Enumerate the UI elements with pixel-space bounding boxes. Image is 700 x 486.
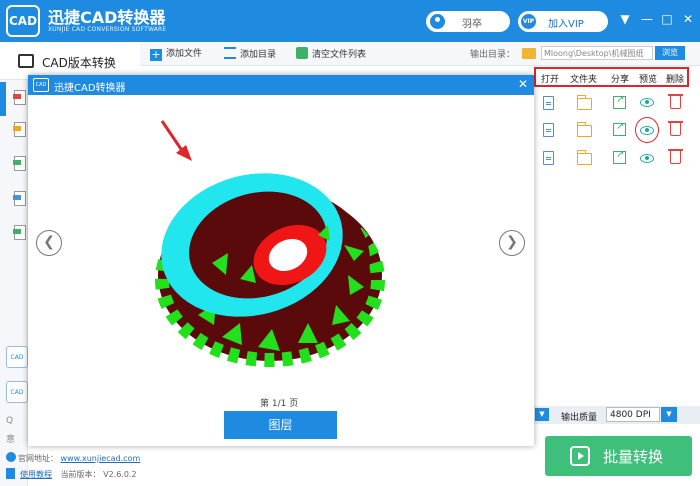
open-file-icon[interactable] (543, 123, 554, 137)
title-bar: CAD 迅捷CAD转换器 XUNJIE CAD CONVERSION SOFTW… (0, 0, 700, 42)
cad-viewer-icon[interactable]: CAD (6, 346, 28, 368)
app-subtitle: XUNJIE CAD CONVERSION SOFTWARE (48, 26, 167, 33)
version-line: 使用教程 当前版本： V2.6.0.2 (20, 469, 137, 480)
actions-header: 打开 文件夹 分享 预览 删除 (534, 67, 689, 87)
layers-button[interactable]: 图层 (224, 411, 337, 439)
share-icon[interactable] (613, 149, 626, 164)
version-value: V2.6.0.2 (103, 470, 137, 479)
file-icon (13, 126, 21, 131)
feedback-icon[interactable]: 意 (6, 432, 15, 445)
open-folder-icon[interactable] (577, 95, 592, 110)
share-icon[interactable] (613, 121, 626, 136)
play-icon (570, 446, 590, 466)
website-line: 官网地址： www.xunjiecad.com (18, 453, 140, 464)
tutorial-link[interactable]: 使用教程 (20, 470, 52, 479)
clear-list-button[interactable]: 清空文件列表 (296, 47, 366, 61)
menu-dropdown-icon[interactable]: ▼ (618, 12, 632, 26)
user-avatar-icon (430, 14, 445, 29)
preview-eye-icon[interactable] (640, 154, 654, 163)
sidebar-item-cad-to-image[interactable] (13, 122, 26, 137)
website-link[interactable]: www.xunjiecad.com (61, 454, 141, 463)
vip-label: 加入VIP (548, 19, 584, 30)
sidebar-item-dwg-to-dwf[interactable] (13, 225, 26, 240)
open-folder-icon[interactable] (577, 150, 592, 165)
vip-icon: VIP (521, 14, 536, 29)
delete-icon[interactable] (668, 149, 683, 164)
add-file-label: 添加文件 (166, 49, 203, 59)
add-file-button[interactable]: + 添加文件 (150, 47, 202, 61)
user-account-button[interactable]: 羽卒 (426, 11, 510, 32)
maximize-icon[interactable]: □ (660, 12, 674, 26)
folder-icon[interactable] (522, 48, 536, 59)
sidebar-item-cad-to-pdf[interactable] (13, 90, 26, 105)
batch-convert-label: 批量转换 (603, 448, 664, 466)
chevron-down-icon[interactable]: ▼ (661, 407, 677, 422)
open-folder-icon[interactable] (577, 122, 592, 137)
file-icon (13, 94, 21, 99)
share-icon[interactable] (613, 94, 626, 109)
header-folder: 文件夹 (570, 75, 598, 85)
open-file-icon[interactable] (543, 96, 554, 110)
delete-icon[interactable] (668, 94, 683, 109)
add-folder-label: 添加目录 (240, 50, 277, 60)
header-open: 打开 (541, 75, 560, 85)
app-logo: CAD (6, 5, 40, 37)
header-preview: 预览 (639, 75, 658, 85)
highlight-circle (635, 117, 659, 143)
prev-page-button[interactable]: ❮ (36, 230, 62, 256)
book-icon (6, 468, 15, 479)
page-indicator: 第 1/1 页 (260, 399, 299, 409)
quality-label: 输出质量 (561, 413, 598, 423)
preview-dialog: CAD 迅捷CAD转换器 ✕ ❮ ❯ 第 1/1 页 图层 (28, 75, 534, 446)
website-label: 官网地址： (18, 454, 58, 463)
sidebar-title: CAD版本转换 (42, 56, 116, 70)
user-name: 羽卒 (462, 19, 482, 30)
clear-icon (296, 47, 308, 59)
app-title: 迅捷CAD转换器 (48, 8, 166, 27)
open-file-icon[interactable] (543, 151, 554, 165)
monitor-icon (18, 54, 34, 68)
close-icon[interactable]: ✕ (516, 77, 530, 91)
batch-convert-button[interactable]: 批量转换 (545, 436, 692, 476)
file-icon (13, 160, 21, 165)
file-icon (13, 195, 21, 200)
delete-icon[interactable] (668, 121, 683, 136)
browse-button[interactable]: 浏览 (655, 46, 685, 60)
qq-service-icon[interactable]: Q (6, 416, 13, 426)
next-page-button[interactable]: ❯ (499, 230, 525, 256)
clear-list-label: 清空文件列表 (312, 50, 367, 60)
version-label: 当前版本： (60, 470, 101, 479)
sidebar-active-indicator (0, 82, 6, 116)
join-vip-button[interactable]: VIP 加入VIP (518, 11, 608, 32)
preview-eye-icon[interactable] (640, 98, 654, 107)
minimize-icon[interactable]: — (640, 12, 654, 26)
ie-icon (6, 452, 16, 462)
red-arrow-annotation (160, 120, 192, 161)
header-share: 分享 (611, 75, 630, 85)
plus-icon: + (150, 48, 162, 61)
header-delete: 删除 (666, 75, 685, 85)
cad-editor-icon[interactable]: CAD (6, 381, 28, 403)
output-path-input[interactable]: Mloong\Desktop\机械图纸 (541, 46, 653, 60)
preview-title-bar: CAD 迅捷CAD转换器 ✕ (28, 75, 534, 95)
add-folder-button[interactable]: 添加目录 (224, 47, 276, 61)
preview-title: 迅捷CAD转换器 (54, 83, 126, 94)
cad-model-preview (155, 120, 385, 367)
file-actions-panel (533, 66, 700, 422)
sidebar-item-pdf-to-cad[interactable] (13, 156, 26, 171)
expand-arrow-icon[interactable]: ▼ (535, 408, 549, 421)
app-logo-small: CAD (33, 78, 49, 92)
sidebar-item-dwg-to-dxf[interactable] (13, 191, 26, 206)
quality-select[interactable]: 4800 DPI (606, 407, 660, 422)
close-icon[interactable]: ✕ (681, 12, 695, 26)
list-icon (224, 47, 236, 59)
output-dir-label: 输出目录： (470, 50, 516, 60)
file-icon (13, 229, 21, 234)
